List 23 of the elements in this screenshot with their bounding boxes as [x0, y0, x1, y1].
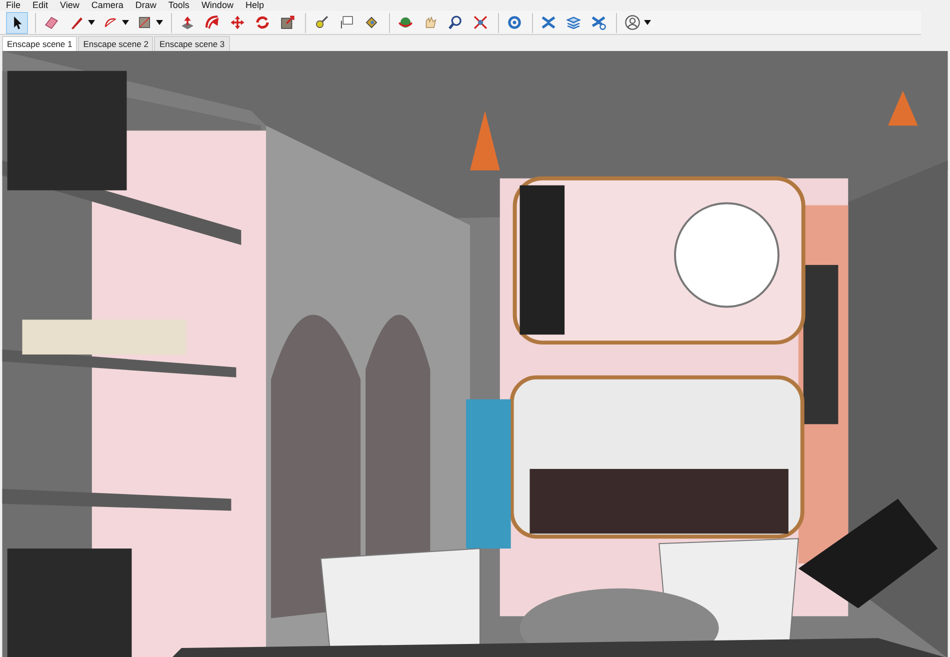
- menu-item[interactable]: View: [60, 0, 80, 11]
- caret-icon[interactable]: [644, 20, 651, 25]
- menu-item[interactable]: File: [6, 0, 21, 11]
- rotate-icon: [254, 14, 270, 31]
- scene-tab[interactable]: Enscape scene 1: [2, 36, 78, 51]
- eraser-icon: [42, 14, 60, 31]
- menu-item[interactable]: Draw: [135, 0, 156, 11]
- menu-item[interactable]: Window: [201, 0, 234, 11]
- menu-item[interactable]: Help: [245, 0, 264, 11]
- caret-icon[interactable]: [122, 20, 129, 25]
- user-account-icon: [624, 14, 640, 31]
- layers-icon: [564, 14, 582, 31]
- move-icon: [228, 14, 246, 31]
- scene-tab[interactable]: Enscape scene 2: [78, 36, 154, 51]
- scene-tab[interactable]: Enscape scene 3: [154, 36, 230, 51]
- caret-icon[interactable]: [88, 20, 95, 25]
- menu-item[interactable]: Edit: [32, 0, 48, 11]
- menu-item[interactable]: Camera: [91, 0, 124, 11]
- menu-item[interactable]: Tools: [168, 0, 190, 11]
- zoom-icon: [446, 14, 464, 31]
- caret-icon[interactable]: [156, 20, 163, 25]
- toolbar-button[interactable]: [6, 12, 28, 34]
- scale-icon: [278, 14, 296, 31]
